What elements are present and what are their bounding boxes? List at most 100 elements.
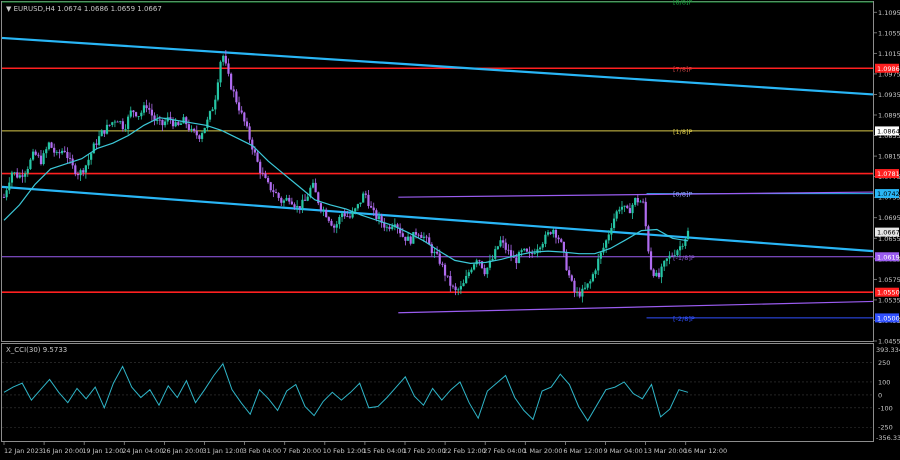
candle-body [517, 252, 521, 264]
candle-body [2, 197, 6, 198]
candle-body [372, 207, 375, 211]
candle-body [42, 153, 45, 165]
candle-body [103, 130, 106, 134]
candle-body [356, 204, 359, 209]
candle-body [261, 173, 264, 174]
time-tick-label: 16 Jan 20:00 [42, 447, 83, 455]
candle-body [425, 236, 428, 238]
candle-body [193, 128, 196, 132]
candle-body [10, 172, 14, 183]
candle-body [626, 205, 629, 209]
candle-body [483, 268, 486, 275]
price-tag-label: 1.0550 [877, 289, 900, 297]
candle-body [222, 55, 225, 62]
candle-body [18, 175, 21, 178]
candle-body [581, 288, 584, 297]
candle-body [631, 204, 634, 214]
candle-body [248, 126, 251, 140]
candle-body [208, 111, 212, 120]
candle-body [589, 281, 592, 284]
candle-body [478, 260, 481, 262]
candle-body [187, 124, 190, 130]
candle-body [322, 209, 325, 211]
candle-body [156, 119, 159, 121]
time-tick-label: 13 Mar 20:00 [644, 447, 687, 455]
candle-body [288, 197, 291, 202]
candle-body [665, 258, 668, 261]
candle-body [523, 248, 526, 251]
candle-body [319, 203, 323, 211]
candle-body [87, 159, 90, 166]
candle-body [127, 116, 130, 129]
candle-body [50, 142, 53, 148]
cci-tick-label: 100 [878, 378, 890, 386]
channel-line [398, 300, 874, 314]
time-tick-label: 6 Mar 12:00 [563, 447, 602, 455]
candle-body [293, 204, 296, 208]
cci-axis-bottom: -356.3357 [876, 434, 900, 442]
candle-body [161, 119, 164, 126]
candle-body [570, 275, 573, 281]
time-tick-label: 3 Feb 04:00 [243, 447, 282, 455]
time-tick-label: 1 Mar 20:00 [523, 447, 562, 455]
candle-body [68, 158, 72, 159]
candle-body [557, 237, 560, 240]
price-tag-label: 1.0500 [877, 314, 900, 322]
candle-body [243, 112, 246, 122]
candle-body [451, 285, 455, 287]
candle-body [568, 270, 571, 276]
candle-body [422, 236, 426, 238]
candle-body [142, 105, 146, 113]
candle-body [124, 128, 127, 130]
candle-body [417, 234, 420, 236]
price-tick-label: 1.0455 [878, 338, 900, 346]
cci-tick-label: 250 [878, 359, 890, 367]
candle-body [163, 121, 167, 126]
candle-body [496, 246, 499, 250]
candle-body [340, 213, 344, 218]
candle-body [544, 234, 547, 244]
candle-body [391, 226, 394, 230]
murray-label: [7/8]P [673, 65, 693, 73]
candle-body [148, 108, 151, 110]
candle-body [84, 165, 87, 173]
candle-body [274, 192, 278, 194]
cci-series [2, 362, 873, 428]
candlestick-series [2, 50, 690, 303]
candle-body [586, 283, 589, 288]
price-tick-label: 1.0815 [878, 153, 900, 161]
candle-body [314, 182, 317, 193]
candle-body [113, 121, 117, 123]
candle-body [454, 286, 457, 291]
candle-body [578, 291, 581, 297]
candle-body [259, 161, 262, 174]
candle-body [457, 289, 460, 291]
price-channel[interactable] [398, 191, 874, 314]
candle-body [678, 246, 682, 251]
candle-body [200, 133, 204, 139]
chart-canvas[interactable]: ▼ EURUSD,H4 1.0674 1.0686 1.0659 1.0667 … [0, 0, 900, 460]
candle-body [185, 117, 188, 125]
candle-body [338, 217, 341, 225]
price-tag-label: 1.0667 [877, 229, 900, 237]
candle-body [406, 236, 410, 241]
candle-body [502, 240, 505, 243]
candle-body [491, 258, 494, 261]
candle-body [470, 269, 473, 273]
trend-lines[interactable] [1, 36, 874, 253]
candle-body [443, 264, 447, 276]
candle-body [575, 291, 579, 293]
candle-body [230, 73, 233, 90]
candle-body [539, 247, 542, 250]
moving-average-line [3, 116, 689, 265]
candle-body [296, 206, 299, 208]
candle-body [53, 147, 56, 153]
candle-body [290, 201, 293, 205]
candle-body [401, 233, 404, 237]
candle-body [235, 91, 238, 103]
candle-body [145, 105, 148, 109]
candle-body [24, 173, 27, 177]
candle-body [335, 224, 338, 228]
candle-body [591, 274, 595, 282]
candle-body [649, 251, 653, 270]
